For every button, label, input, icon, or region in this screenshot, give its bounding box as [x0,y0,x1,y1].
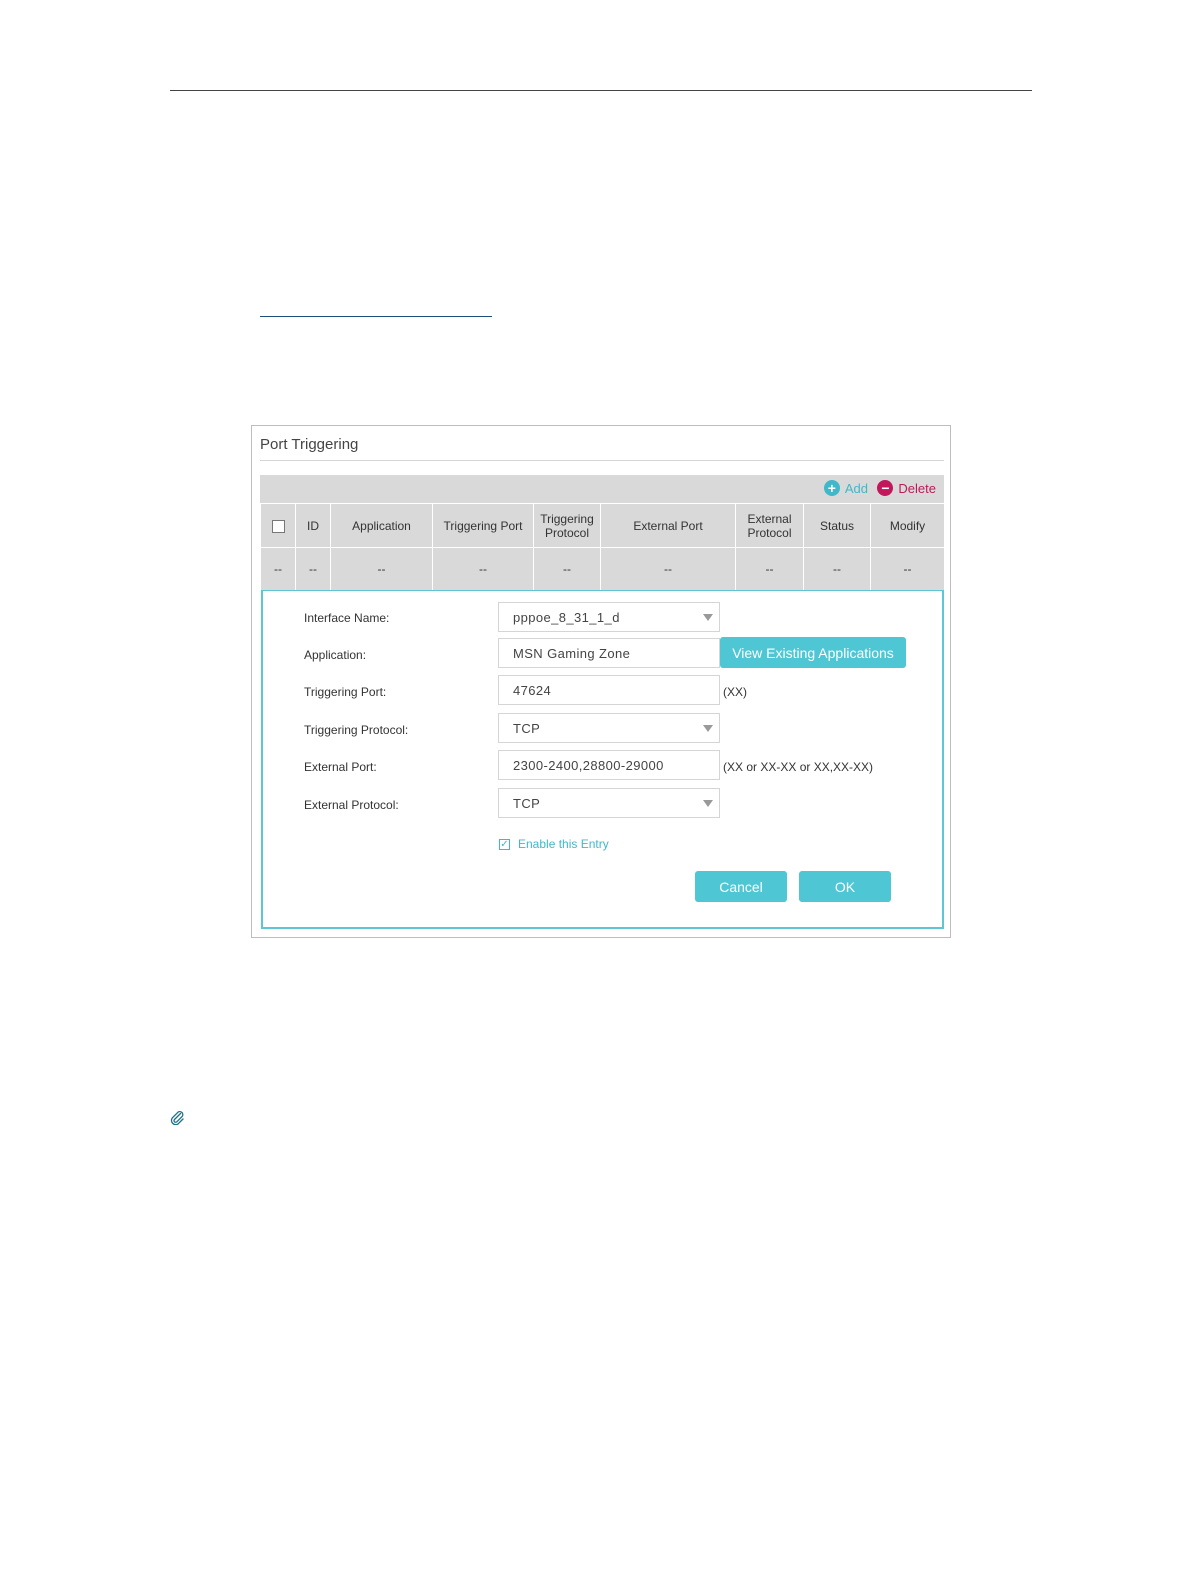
add-label: Add [844,480,868,496]
port-triggering-panel: Port Triggering + Add − Delete ID Applic… [251,425,951,938]
table-cell: -- [295,547,331,591]
checkmark-icon: ✓ [499,838,510,850]
link-underline [260,316,492,317]
interface-name-value: pppoe_8_31_1_d [513,609,620,625]
select-all-header[interactable] [260,503,296,548]
triggering-protocol-select[interactable]: TCP [498,713,720,743]
triggering-port-hint: (XX) [723,685,747,699]
table-cell: -- [803,547,871,591]
external-port-label: External Port: [304,760,377,774]
header-id: ID [295,503,331,548]
triggering-port-value: 47624 [513,682,552,698]
external-protocol-select[interactable]: TCP [498,788,720,818]
table-cell: -- [735,547,804,591]
enable-entry-label: Enable this Entry [518,837,609,851]
chevron-down-icon [703,724,713,732]
header-external-protocol: External Protocol [735,503,804,548]
minus-circle-icon: − [877,480,894,496]
entry-edit-form: Interface Name: pppoe_8_31_1_d Applicati… [261,590,944,929]
view-existing-applications-button[interactable]: View Existing Applications [720,637,906,668]
table-toolbar: + Add − Delete [260,475,944,503]
table-cell: -- [432,547,534,591]
header-external-port: External Port [600,503,736,548]
external-port-value: 2300-2400,28800-29000 [513,757,664,773]
table-cell: -- [533,547,601,591]
panel-title: Port Triggering [260,436,359,453]
chevron-down-icon [703,613,713,621]
triggering-port-input[interactable]: 47624 [498,675,720,705]
add-button[interactable]: + Add [823,480,868,496]
triggering-protocol-value: TCP [513,720,541,736]
header-modify: Modify [870,503,945,548]
triggering-protocol-label: Triggering Protocol: [304,723,409,737]
cancel-button[interactable]: Cancel [695,871,787,902]
external-protocol-value: TCP [513,795,541,811]
table-cell: -- [330,547,433,591]
header-status: Status [803,503,871,548]
application-input[interactable]: MSN Gaming Zone [498,638,720,668]
triggering-port-label: Triggering Port: [304,685,387,699]
table-cell: -- [600,547,736,591]
table-header-row: ID Application Triggering Port Triggerin… [260,503,945,548]
chevron-down-icon [703,799,713,807]
plus-circle-icon: + [823,480,840,496]
ok-button[interactable]: OK [799,871,891,902]
external-port-hint: (XX or XX-XX or XX,XX-XX) [723,760,874,774]
application-value: MSN Gaming Zone [513,645,631,661]
paperclip-icon [170,1110,184,1125]
external-protocol-label: External Protocol: [304,798,399,812]
select-all-checkbox[interactable] [271,519,285,533]
port-triggering-table: ID Application Triggering Port Triggerin… [260,503,945,591]
enable-entry-checkbox[interactable]: ✓ Enable this Entry [499,837,609,851]
table-cell: -- [260,547,296,591]
header-application: Application [330,503,433,548]
table-cell: -- [870,547,945,591]
title-divider [260,460,944,461]
header-triggering-protocol: Triggering Protocol [533,503,601,548]
page-header-rule [170,90,1032,91]
interface-name-label: Interface Name: [304,611,390,625]
header-triggering-port: Triggering Port [432,503,534,548]
interface-name-select[interactable]: pppoe_8_31_1_d [498,602,720,632]
application-label: Application: [304,648,367,662]
table-row: -- -- -- -- -- -- -- -- -- [260,547,945,591]
delete-label: Delete [898,480,936,496]
external-port-input[interactable]: 2300-2400,28800-29000 [498,750,720,780]
delete-button[interactable]: − Delete [877,480,936,496]
